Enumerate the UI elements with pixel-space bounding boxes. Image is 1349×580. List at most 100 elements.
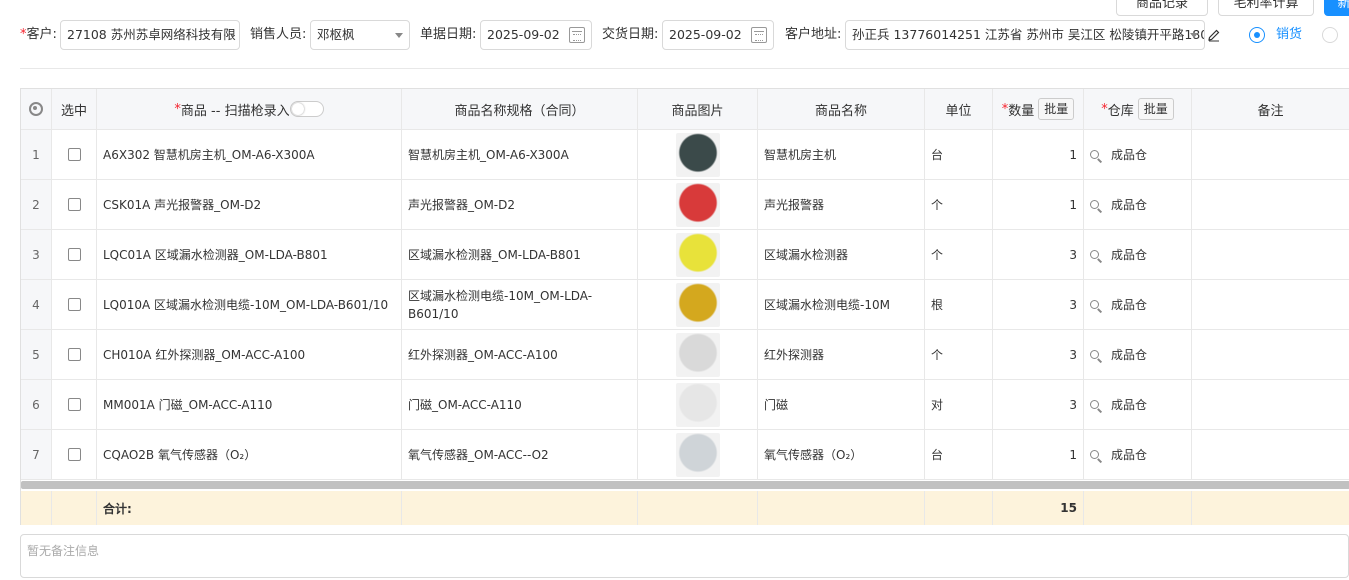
warehouse-value: 成品仓 — [1111, 148, 1148, 162]
column-settings[interactable] — [21, 89, 52, 129]
spec-cell[interactable]: 氧气传感器_OM-ACC--O2 — [402, 430, 638, 479]
warehouse-value: 成品仓 — [1111, 298, 1148, 312]
warehouse-cell[interactable]: 成品仓 — [1084, 280, 1192, 329]
remark-cell[interactable] — [1192, 280, 1349, 329]
product-cell[interactable]: CQAO2B 氧气传感器（O₂） — [97, 430, 402, 479]
table-row[interactable]: 1 A6X302 智慧机房主机_OM-A6-X300A 智慧机房主机_OM-A6-X… — [21, 130, 1349, 180]
row-checkbox[interactable] — [67, 398, 81, 411]
doc-date-field[interactable]: 2025-09-02 — [480, 20, 592, 50]
horizontal-scrollbar[interactable] — [21, 481, 1349, 489]
row-checkbox[interactable] — [67, 298, 81, 311]
chevron-down-icon — [395, 33, 403, 38]
spec-cell[interactable]: 声光报警器_OM-D2 — [402, 180, 638, 229]
image-cell — [638, 430, 758, 479]
search-icon[interactable] — [1090, 350, 1099, 359]
spec-cell[interactable]: 区域漏水检测电缆-10M_OM-LDA-B601/10 — [402, 280, 638, 329]
sales-radio[interactable] — [1249, 27, 1265, 43]
product-thumbnail[interactable] — [675, 432, 720, 477]
spec-cell[interactable]: 智慧机房主机_OM-A6-X300A — [402, 130, 638, 179]
remark-cell[interactable] — [1192, 330, 1349, 379]
warehouse-batch-button[interactable]: 批量 — [1137, 98, 1174, 120]
product-grid: 选中 * 商品 -- 扫描枪录入 商品名称规格（合同） 商品图片 商品名称 单位 … — [20, 88, 1349, 525]
qty-cell[interactable]: 1 — [993, 430, 1084, 479]
remark-cell[interactable] — [1192, 230, 1349, 279]
qty-batch-button[interactable]: 批量 — [1038, 98, 1075, 120]
warehouse-cell[interactable]: 成品仓 — [1084, 230, 1192, 279]
search-icon[interactable] — [1090, 300, 1099, 309]
doc-date-label: 单据日期: — [420, 27, 477, 42]
remark-cell[interactable] — [1192, 130, 1349, 179]
image-cell — [638, 230, 758, 279]
search-icon[interactable] — [1090, 150, 1099, 159]
row-index: 1 — [21, 130, 52, 179]
row-index: 6 — [21, 380, 52, 429]
product-thumbnail[interactable] — [675, 182, 720, 227]
edit-icon[interactable] — [1207, 28, 1221, 42]
row-checkbox[interactable] — [67, 348, 81, 361]
qty-cell[interactable]: 1 — [993, 180, 1084, 229]
total-warehouse — [1084, 491, 1192, 525]
spec-cell[interactable]: 红外探测器_OM-ACC-A100 — [402, 330, 638, 379]
remark-cell[interactable] — [1192, 380, 1349, 429]
qty-cell[interactable]: 3 — [993, 330, 1084, 379]
row-index: 7 — [21, 430, 52, 479]
table-row[interactable]: 2 CSK01A 声光报警器_OM-D2 声光报警器_OM-D2 声光报警器个 1 成品仓 — [21, 180, 1349, 230]
delivery-date-field[interactable]: 2025-09-02 — [662, 20, 774, 50]
unit-cell: 台 — [925, 430, 993, 479]
warehouse-cell[interactable]: 成品仓 — [1084, 130, 1192, 179]
total-row: 合计: 15 — [21, 491, 1349, 525]
row-checkbox[interactable] — [67, 448, 81, 461]
qty-cell[interactable]: 3 — [993, 380, 1084, 429]
product-thumbnail[interactable] — [675, 382, 720, 427]
table-row[interactable]: 6 MM001A 门磁_OM-ACC-A110 门磁_OM-ACC-A110 门磁对 3… — [21, 380, 1349, 430]
qty-cell[interactable]: 3 — [993, 230, 1084, 279]
return-radio[interactable] — [1322, 27, 1338, 43]
grid-header: 选中 * 商品 -- 扫描枪录入 商品名称规格（合同） 商品图片 商品名称 单位 … — [21, 88, 1349, 130]
spec-cell[interactable]: 区域漏水检测器_OM-LDA-B801 — [402, 230, 638, 279]
search-icon[interactable] — [1090, 200, 1099, 209]
total-label: 合计: — [97, 491, 402, 525]
qty-cell[interactable]: 3 — [993, 280, 1084, 329]
table-row[interactable]: 7 CQAO2B 氧气传感器（O₂） 氧气传感器_OM-ACC--O2 氧气传感器（O… — [21, 430, 1349, 480]
margin-calc-button[interactable]: 毛利率计算 — [1218, 0, 1314, 16]
product-records-button[interactable]: 商品记录 — [1116, 0, 1208, 16]
primary-action-button[interactable]: 新 — [1324, 0, 1349, 16]
table-row[interactable]: 4 LQ010A 区域漏水检测电缆-10M_OM-LDA-B601/10 区域漏水检… — [21, 280, 1349, 330]
product-cell[interactable]: LQC01A 区域漏水检测器_OM-LDA-B801 — [97, 230, 402, 279]
search-icon[interactable] — [1090, 250, 1099, 259]
qty-cell[interactable]: 1 — [993, 130, 1084, 179]
customer-label: *客户: — [20, 27, 57, 42]
customer-field[interactable]: 27108 苏州苏卓网络科技有限 ⋯ — [60, 20, 240, 50]
address-select[interactable]: 孙正兵 13776014251 江苏省 苏州市 吴江区 松陵镇开平路180 — [845, 20, 1205, 50]
product-cell[interactable]: CSK01A 声光报警器_OM-D2 — [97, 180, 402, 229]
table-row[interactable]: 3 LQC01A 区域漏水检测器_OM-LDA-B801 区域漏水检测器_OM-LD… — [21, 230, 1349, 280]
row-select-cell — [52, 330, 97, 379]
product-thumbnail[interactable] — [675, 232, 720, 277]
product-thumbnail[interactable] — [675, 132, 720, 177]
product-cell[interactable]: MM001A 门磁_OM-ACC-A110 — [97, 380, 402, 429]
remark-cell[interactable] — [1192, 180, 1349, 229]
row-checkbox[interactable] — [67, 148, 81, 161]
search-icon[interactable] — [1090, 450, 1099, 459]
warehouse-cell[interactable]: 成品仓 — [1084, 430, 1192, 479]
product-cell[interactable]: A6X302 智慧机房主机_OM-A6-X300A — [97, 130, 402, 179]
more-icon: ⋯ — [222, 27, 236, 42]
remark-textarea[interactable]: 暂无备注信息 — [20, 534, 1349, 578]
spec-cell[interactable]: 门磁_OM-ACC-A110 — [402, 380, 638, 429]
row-checkbox[interactable] — [67, 248, 81, 261]
product-thumbnail[interactable] — [675, 282, 720, 327]
table-row[interactable]: 5 CH010A 红外探测器_OM-ACC-A100 红外探测器_OM-ACC-A1… — [21, 330, 1349, 380]
remark-cell[interactable] — [1192, 430, 1349, 479]
product-cell[interactable]: LQ010A 区域漏水检测电缆-10M_OM-LDA-B601/10 — [97, 280, 402, 329]
row-checkbox[interactable] — [67, 198, 81, 211]
product-cell[interactable]: CH010A 红外探测器_OM-ACC-A100 — [97, 330, 402, 379]
warehouse-value: 成品仓 — [1111, 348, 1148, 362]
salesperson-select[interactable]: 邓枢枫 — [310, 20, 410, 50]
product-thumbnail[interactable] — [675, 332, 720, 377]
warehouse-cell[interactable]: 成品仓 — [1084, 330, 1192, 379]
header-name: 商品名称 — [758, 89, 925, 129]
warehouse-cell[interactable]: 成品仓 — [1084, 380, 1192, 429]
scan-toggle[interactable] — [289, 101, 324, 117]
warehouse-cell[interactable]: 成品仓 — [1084, 180, 1192, 229]
search-icon[interactable] — [1090, 400, 1099, 409]
